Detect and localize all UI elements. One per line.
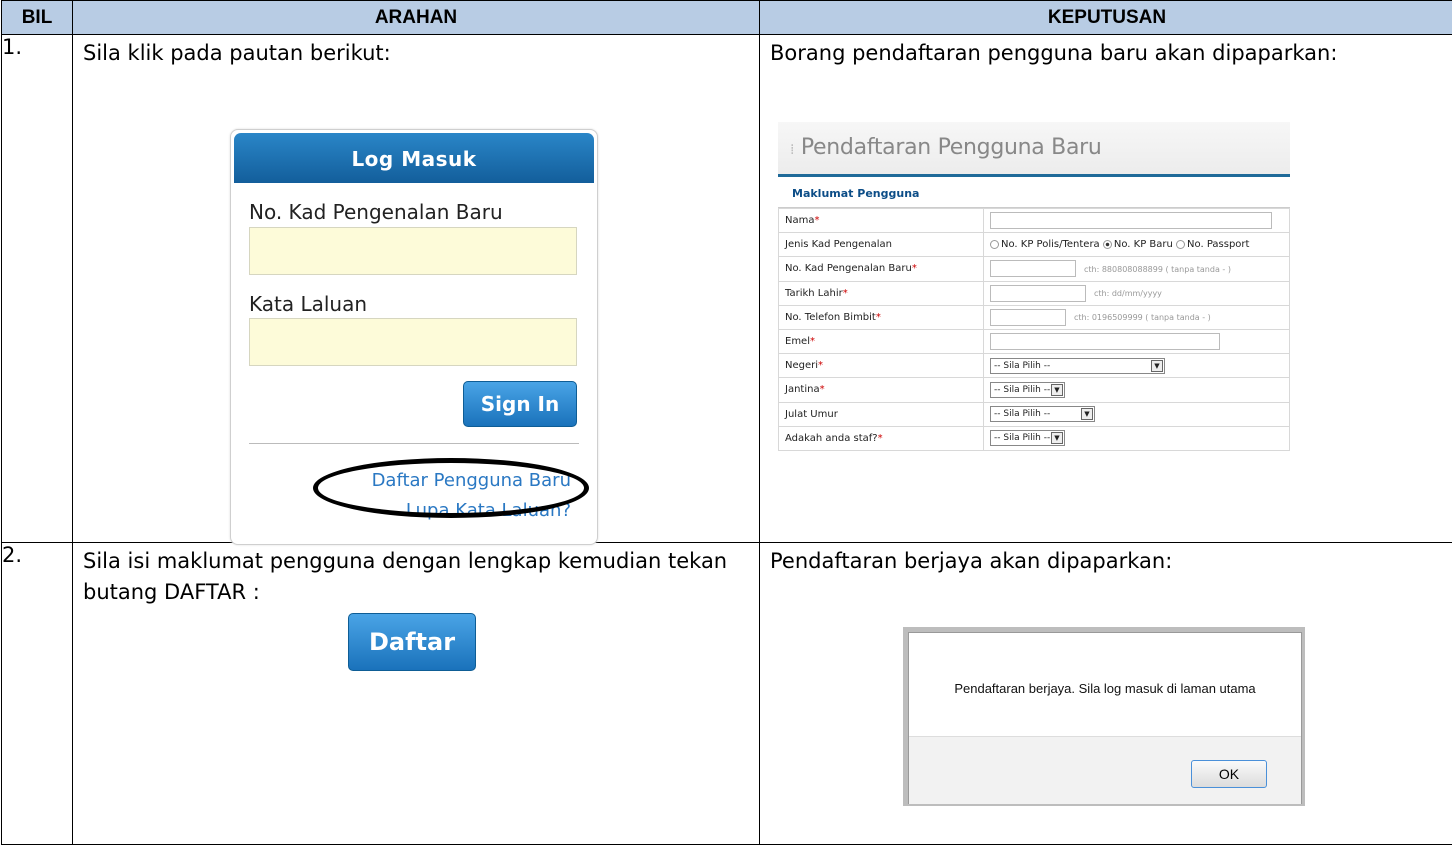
- jantina-select[interactable]: -- Sila Pilih --▼: [990, 382, 1065, 398]
- radio-polis[interactable]: [990, 240, 999, 249]
- form-row: Negeri* -- Sila Pilih -- ▼: [779, 354, 1290, 378]
- required-mark: *: [876, 312, 881, 323]
- header-arahan: ARAHAN: [73, 1, 760, 35]
- required-mark: *: [912, 263, 917, 274]
- row-number: 2.: [2, 543, 73, 845]
- form-row: Nama*: [779, 209, 1290, 233]
- required-mark: *: [820, 384, 825, 395]
- radio-passport-label: No. Passport: [1187, 239, 1249, 250]
- form-row: Jenis Kad Pengenalan No. KP Polis/Tenter…: [779, 233, 1290, 257]
- radio-kp-baru-label: No. KP Baru: [1114, 239, 1173, 250]
- ok-button[interactable]: OK: [1191, 760, 1267, 788]
- form-table: Nama* Jenis Kad Pengenalan No. KP Polis/…: [778, 208, 1290, 451]
- tarikh-label: Tarikh Lahir: [785, 288, 843, 299]
- negeri-select-value: -- Sila Pilih --: [994, 361, 1050, 371]
- form-row: Emel*: [779, 329, 1290, 353]
- grip-icon: ⁞: [790, 142, 794, 158]
- form-row: No. Kad Pengenalan Baru* cth: 8808080888…: [779, 257, 1290, 281]
- negeri-label: Negeri: [785, 360, 818, 371]
- dialog-backdrop: Pendaftaran berjaya. Sila log masuk di l…: [903, 627, 1305, 806]
- required-mark: *: [843, 288, 848, 299]
- divider: [249, 443, 579, 444]
- jantina-label: Jantina: [785, 384, 820, 395]
- telefon-label: No. Telefon Bimbit: [785, 312, 876, 323]
- tarikh-hint: cth: dd/mm/yyyy: [1094, 289, 1162, 298]
- keputusan-cell: Pendaftaran berjaya akan dipaparkan: Pen…: [760, 543, 1452, 845]
- julat-select-value: -- Sila Pilih --: [994, 409, 1050, 419]
- row-number: 1.: [2, 35, 73, 543]
- dropdown-arrow-icon: ▼: [1081, 408, 1093, 420]
- ic-label: No. Kad Pengenalan Baru: [249, 200, 503, 224]
- arahan-cell: Sila klik pada pautan berikut: Log Masuk…: [73, 35, 760, 543]
- dialog-message: Pendaftaran berjaya. Sila log masuk di l…: [909, 681, 1301, 696]
- keputusan-cell: Borang pendaftaran pengguna baru akan di…: [760, 35, 1452, 543]
- jenis-label: Jenis Kad Pengenalan: [779, 233, 984, 257]
- emel-input[interactable]: [990, 333, 1220, 350]
- radio-passport[interactable]: [1176, 240, 1185, 249]
- staf-select[interactable]: -- Sila Pilih --▼: [990, 430, 1065, 446]
- dropdown-arrow-icon: ▼: [1051, 384, 1063, 396]
- required-mark: *: [810, 336, 815, 347]
- ic-input[interactable]: [249, 227, 577, 275]
- radio-polis-label: No. KP Polis/Tentera: [1001, 239, 1100, 250]
- nama-input[interactable]: [990, 212, 1272, 229]
- required-mark: *: [818, 360, 823, 371]
- form-row: Tarikh Lahir* cth: dd/mm/yyyy: [779, 281, 1290, 305]
- password-input[interactable]: [249, 318, 577, 366]
- julat-label: Julat Umur: [779, 402, 984, 426]
- dialog-footer: OK: [909, 736, 1301, 804]
- sign-in-button[interactable]: Sign In: [463, 381, 577, 427]
- negeri-select[interactable]: -- Sila Pilih -- ▼: [990, 358, 1165, 374]
- telefon-hint: cth: 0196509999 ( tanpa tanda - ): [1074, 313, 1211, 322]
- result-text: Pendaftaran berjaya akan dipaparkan:: [760, 543, 1452, 577]
- header-keputusan: KEPUTUSAN: [760, 1, 1452, 35]
- form-section-title: Maklumat Pengguna: [778, 177, 1290, 208]
- password-label: Kata Laluan: [249, 292, 367, 316]
- form-row: No. Telefon Bimbit* cth: 0196509999 ( ta…: [779, 305, 1290, 329]
- ic-field-label: No. Kad Pengenalan Baru: [785, 263, 912, 274]
- daftar-button[interactable]: Daftar: [348, 613, 476, 671]
- arahan-cell: Sila isi maklumat pengguna dengan lengka…: [73, 543, 760, 845]
- form-title-text: Pendaftaran Pengguna Baru: [801, 135, 1102, 160]
- emel-label: Emel: [785, 336, 810, 347]
- jantina-select-value: -- Sila Pilih --: [994, 385, 1050, 395]
- required-mark: *: [878, 433, 883, 444]
- header-bil: BIL: [2, 1, 73, 35]
- ic-hint: cth: 880808088899 ( tanpa tanda - ): [1084, 265, 1231, 274]
- telefon-input[interactable]: [990, 309, 1066, 326]
- dropdown-arrow-icon: ▼: [1151, 360, 1163, 372]
- success-dialog: Pendaftaran berjaya. Sila log masuk di l…: [908, 632, 1302, 804]
- staf-select-value: -- Sila Pilih --: [994, 433, 1050, 443]
- radio-kp-baru[interactable]: [1103, 240, 1112, 249]
- form-row: Adakah anda staf?* -- Sila Pilih --▼: [779, 426, 1290, 450]
- required-mark: *: [814, 215, 819, 226]
- result-text: Borang pendaftaran pengguna baru akan di…: [760, 35, 1452, 69]
- registration-form: ⁞ Pendaftaran Pengguna Baru Maklumat Pen…: [778, 122, 1290, 514]
- instruction-text: Sila isi maklumat pengguna dengan lengka…: [73, 543, 759, 608]
- staf-label: Adakah anda staf?: [785, 433, 878, 444]
- form-title: ⁞ Pendaftaran Pengguna Baru: [778, 122, 1290, 177]
- login-title: Log Masuk: [234, 133, 594, 183]
- form-row: Jantina* -- Sila Pilih --▼: [779, 378, 1290, 402]
- instruction-table: BIL ARAHAN KEPUTUSAN 1. Sila klik pada p…: [1, 0, 1452, 845]
- ic-field-input[interactable]: [990, 260, 1076, 277]
- nama-label: Nama: [785, 215, 814, 226]
- julat-select[interactable]: -- Sila Pilih -- ▼: [990, 406, 1095, 422]
- instruction-text: Sila klik pada pautan berikut:: [73, 35, 759, 69]
- dropdown-arrow-icon: ▼: [1051, 432, 1063, 444]
- highlight-ellipse: [313, 458, 589, 518]
- tarikh-input[interactable]: [990, 285, 1086, 302]
- form-row: Julat Umur -- Sila Pilih -- ▼: [779, 402, 1290, 426]
- login-panel: Log Masuk No. Kad Pengenalan Baru Kata L…: [230, 129, 598, 545]
